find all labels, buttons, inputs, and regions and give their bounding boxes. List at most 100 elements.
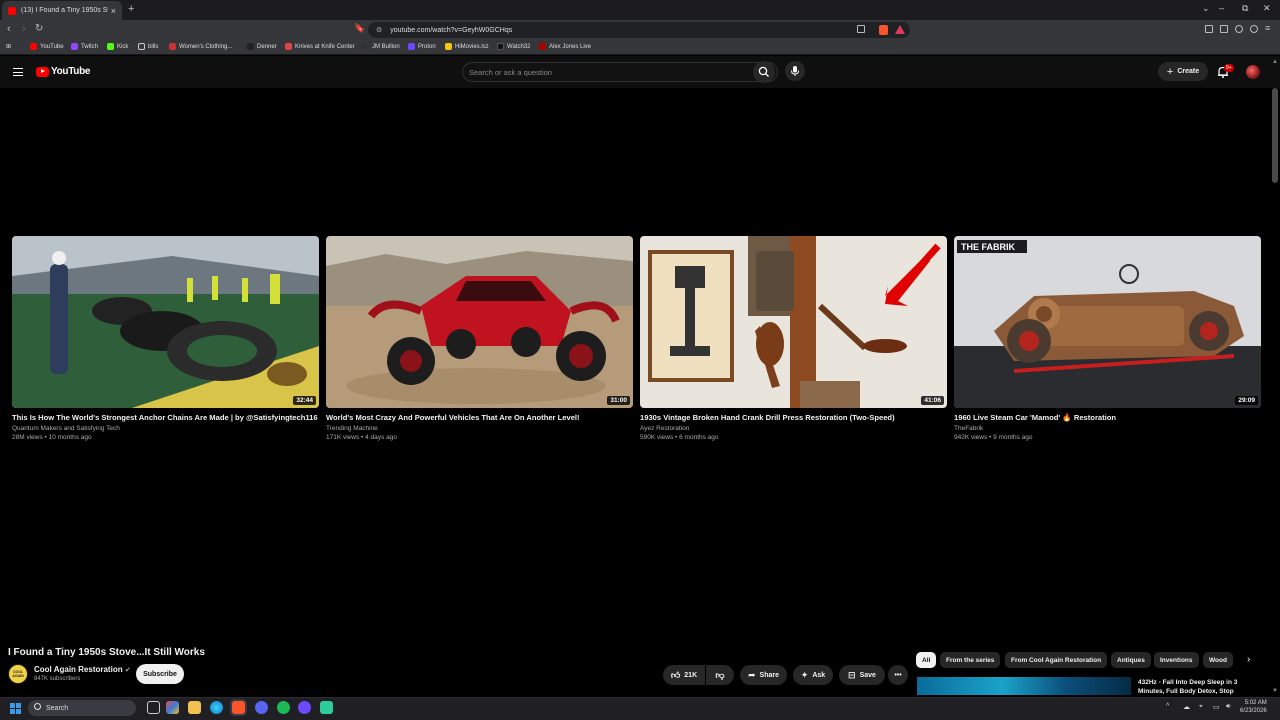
browser-tab[interactable]: (13) I Found a Tiny 1950s Stove... × — [2, 1, 122, 20]
search-input[interactable] — [469, 66, 739, 79]
cast-icon[interactable] — [857, 25, 865, 33]
bookmark-twitch[interactable]: Twitch — [71, 43, 98, 50]
discord-icon[interactable] — [255, 701, 268, 714]
wallet-icon[interactable] — [1220, 25, 1228, 33]
subscribe-button[interactable]: Subscribe — [136, 664, 184, 684]
chip-antiques[interactable]: Antiques — [1111, 652, 1151, 668]
hamburger-menu-icon[interactable] — [13, 68, 23, 76]
page-scrollbar-thumb[interactable] — [1272, 88, 1278, 183]
youtube-logo[interactable]: YouTube — [36, 66, 91, 77]
edge-icon[interactable] — [210, 701, 223, 714]
scroll-down-arrow-icon[interactable]: ▼ — [1272, 688, 1278, 694]
up-next-title[interactable]: 432Hz - Fall Into Deep Sleep in 3 Minute… — [1138, 678, 1258, 696]
video-thumbnail[interactable]: THE FABRIK 29:09 — [954, 236, 1261, 408]
brave-shield-icon[interactable] — [879, 25, 888, 35]
app-icon[interactable] — [320, 701, 333, 714]
copilot-icon[interactable] — [166, 701, 179, 714]
bookmark-himovies[interactable]: HiMovies.lsz — [445, 43, 489, 50]
video-title[interactable]: This Is How The World's Strongest Anchor… — [12, 413, 319, 423]
search-button[interactable] — [753, 61, 775, 83]
close-window-button[interactable]: ✕ — [1263, 3, 1271, 14]
related-video-card[interactable]: 32:44 This Is How The World's Strongest … — [12, 236, 319, 443]
bookmark-womens-clothing[interactable]: Women's Clothing... — [169, 43, 232, 50]
bookmark-youtube[interactable]: YouTube — [30, 43, 64, 50]
reload-button[interactable]: ↻ — [35, 23, 43, 34]
brave-browser-icon[interactable] — [232, 701, 245, 714]
video-channel[interactable]: Ayez Restoration — [640, 424, 947, 433]
restore-button[interactable]: ⧉ — [1242, 3, 1248, 14]
video-thumbnail[interactable]: 32:44 — [12, 236, 319, 408]
video-title[interactable]: World's Most Crazy And Powerful Vehicles… — [326, 413, 633, 423]
apps-grid-icon[interactable]: ⊞ — [6, 43, 11, 50]
task-view-icon[interactable] — [147, 701, 160, 714]
sidebar-icon[interactable] — [1205, 25, 1213, 33]
video-meta: 171K views • 4 days ago — [326, 434, 397, 441]
dislike-button[interactable]: 👎︎ — [706, 665, 734, 685]
more-actions-button[interactable]: ••• — [888, 665, 908, 685]
related-video-card[interactable]: 31:00 World's Most Crazy And Powerful Ve… — [326, 236, 633, 443]
related-video-card[interactable]: 41:06 1930s Vintage Broken Hand Crank Dr… — [640, 236, 947, 443]
onedrive-icon[interactable]: ☁ — [1183, 703, 1190, 711]
location-icon[interactable]: ⌖ — [1199, 703, 1203, 711]
video-channel[interactable]: Quantum Makers and Satisfying Tech — [12, 424, 319, 433]
bookmark-kick[interactable]: Kick — [107, 43, 128, 50]
thumbs-down-icon: 👎︎ — [715, 669, 725, 680]
chip-wood[interactable]: Wood — [1203, 652, 1233, 668]
search-box[interactable] — [462, 62, 778, 82]
taskbar-clock[interactable]: 5:02 AM 6/23/2026 — [1240, 699, 1267, 715]
chip-all[interactable]: All — [916, 652, 937, 668]
channel-name[interactable]: Cool Again Restoration ✔ — [34, 665, 131, 674]
browser-tab-bar: (13) I Found a Tiny 1950s Stove... × + ⌄… — [0, 0, 1280, 20]
video-thumbnail[interactable]: 41:06 — [640, 236, 947, 408]
chip-inventions[interactable]: Inventions — [1154, 652, 1199, 668]
taskbar-search[interactable]: Search — [28, 700, 136, 716]
voice-search-button[interactable] — [785, 61, 805, 81]
chevron-right-icon[interactable]: › — [1247, 654, 1250, 665]
vpn-icon[interactable] — [1250, 25, 1258, 33]
site-info-icon[interactable]: ⚙ — [376, 26, 382, 34]
windows-start-icon[interactable] — [10, 703, 21, 714]
save-button[interactable]: ⊟ Save — [839, 665, 885, 685]
bookmark-jm-bullion[interactable]: JM Bullion — [362, 43, 400, 50]
chip-from-the-series[interactable]: From the series — [940, 652, 1001, 668]
spotify-icon[interactable] — [277, 701, 290, 714]
bookmark-alex-jones[interactable]: Alex Jones Live — [539, 43, 591, 50]
tab-search-icon[interactable]: ⌄ — [1202, 3, 1210, 14]
minimize-button[interactable]: – — [1219, 3, 1224, 13]
video-channel[interactable]: TheFabrik — [954, 424, 1261, 433]
extensions-icon[interactable] — [1235, 25, 1243, 33]
share-button[interactable]: ➦ Share — [740, 665, 787, 685]
volume-icon[interactable]: 🔊︎ — [1226, 703, 1230, 711]
video-channel[interactable]: Trending Machine — [326, 424, 633, 433]
network-icon[interactable]: ▭ — [1213, 703, 1220, 711]
ask-button[interactable]: ✦ Ask — [793, 665, 833, 685]
video-thumbnail[interactable]: 31:00 — [326, 236, 633, 408]
menu-icon[interactable]: ≡ — [1265, 23, 1270, 33]
tray-chevron-icon[interactable]: ^ — [1166, 703, 1169, 710]
bookmark-watch32[interactable]: Watch32 — [497, 43, 530, 50]
bookmark-knife-center[interactable]: Knives at Knife Center — [285, 43, 355, 50]
brave-rewards-icon[interactable] — [895, 25, 905, 34]
verified-check-icon: ✔ — [124, 667, 131, 674]
bookmark-icon[interactable]: 🔖 — [354, 23, 365, 34]
new-tab-button[interactable]: + — [128, 3, 134, 15]
video-title[interactable]: 1960 Live Steam Car 'Mamod' 🔥 Restoratio… — [954, 413, 1261, 423]
back-button[interactable]: ‹ — [7, 23, 11, 35]
like-button[interactable]: 👍︎ 21K — [663, 665, 705, 685]
bookmark-bills[interactable]: bills — [138, 43, 158, 50]
related-video-card[interactable]: THE FABRIK 29:09 1960 Live Steam Car 'Ma… — [954, 236, 1261, 443]
bookmark-denner[interactable]: Denner — [247, 43, 277, 50]
proton-vpn-icon[interactable] — [298, 701, 311, 714]
file-explorer-icon[interactable] — [188, 701, 201, 714]
up-next-thumbnail[interactable] — [917, 677, 1131, 695]
channel-avatar[interactable]: COOL AGAIN — [8, 664, 28, 684]
video-title[interactable]: 1930s Vintage Broken Hand Crank Drill Pr… — [640, 413, 947, 423]
create-button[interactable]: + Create — [1158, 62, 1208, 81]
bookmark-proton[interactable]: Proton — [408, 43, 436, 50]
forward-button[interactable]: › — [22, 23, 26, 35]
address-bar[interactable]: ⚙ youtube.com/watch?v=GeyhW0GCHqs — [368, 22, 910, 38]
close-tab-icon[interactable]: × — [111, 6, 116, 16]
scroll-up-arrow-icon[interactable]: ▲ — [1272, 59, 1278, 65]
account-avatar[interactable] — [1246, 65, 1260, 79]
chip-from-channel[interactable]: From Cool Again Restoration — [1005, 652, 1108, 668]
